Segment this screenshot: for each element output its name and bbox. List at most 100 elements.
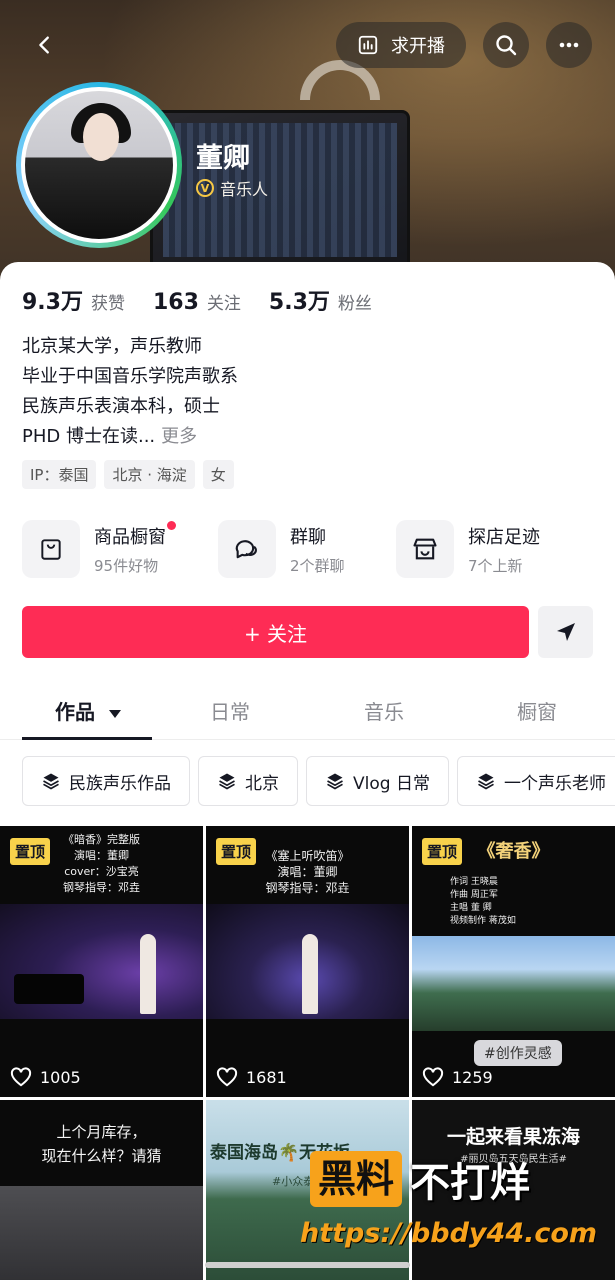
profile-card: 9.3万 获赞 163 关注 5.3万 粉丝 北京某大学，声乐教师 毕业于中国音… xyxy=(0,262,615,1280)
bio-line: 民族声乐表演本科，硕士 xyxy=(22,396,220,417)
search-icon xyxy=(496,35,517,56)
ip-location-tag: IP：泰国 xyxy=(22,460,97,489)
svc-icon-box xyxy=(396,520,454,578)
verified-role: V 音乐人 xyxy=(196,176,268,200)
shop-window-entry[interactable]: 商品橱窗 95件好物 xyxy=(22,518,176,580)
send-arrow-icon xyxy=(556,623,575,641)
collection-chips: 民族声乐作品 北京 Vlog 日常 一个声乐老师 xyxy=(22,756,615,808)
video-title: 一起来看果冻海 xyxy=(446,1126,580,1148)
watermark-url: https://bbdy44.com xyxy=(300,1218,598,1249)
svc-subtitle: 2个群聊 xyxy=(290,556,345,575)
video-thumbnail xyxy=(206,904,409,1019)
stat-likes[interactable]: 9.3万 获赞 xyxy=(22,284,125,316)
like-count: 1005 xyxy=(10,1067,81,1087)
video-tile[interactable]: 上个月库存， 现在什么样？请猜 xyxy=(0,1100,203,1280)
verified-role-label: 音乐人 xyxy=(220,180,269,199)
shopping-bag-icon xyxy=(41,539,61,560)
watermark: 黑料 不打烊 xyxy=(310,1150,530,1208)
stat-value: 5.3万 xyxy=(268,290,330,315)
pinned-badge: 置顶 xyxy=(216,838,257,865)
bio-line-last: PHD 博士在读... 更多 xyxy=(22,422,238,452)
back-button[interactable] xyxy=(22,22,68,68)
watermark-text: 不打烊 xyxy=(410,1160,531,1206)
video-thumbnail xyxy=(412,936,615,1031)
dropdown-triangle-icon xyxy=(108,710,121,718)
chat-bubbles-icon xyxy=(235,540,257,559)
heart-outline-icon xyxy=(10,1067,32,1087)
video-caption: #小众泰 xyxy=(272,1175,315,1188)
avatar-image xyxy=(21,87,177,243)
store-icon xyxy=(413,538,437,560)
heart-outline-icon xyxy=(422,1067,444,1087)
home-indicator[interactable] xyxy=(205,1262,410,1268)
request-broadcast-button[interactable]: 求开播 xyxy=(336,22,466,68)
top-bar: 求开播 xyxy=(0,20,615,70)
video-title: 《奢香》 xyxy=(477,841,550,862)
video-tile[interactable]: 置顶 《奢香》 作词 王晓晨 作曲 周正军 主唱 董 卿视频制作 蒋茂如 #创作灵感… xyxy=(412,826,615,1097)
follow-label: + 关注 xyxy=(243,621,308,646)
collection-chip[interactable]: 一个声乐老师 xyxy=(456,756,615,806)
content-tabs: 作品 日常 音乐 橱窗 xyxy=(0,682,615,740)
more-dots-icon xyxy=(559,42,579,48)
city-tag: 北京 · 海淀 xyxy=(104,460,195,489)
svc-subtitle: 95件好物 xyxy=(94,556,159,575)
stat-label: 粉丝 xyxy=(337,294,372,314)
request-broadcast-label: 求开播 xyxy=(391,36,445,57)
collection-chip[interactable]: Vlog 日常 xyxy=(306,756,449,806)
stat-label: 关注 xyxy=(206,294,241,314)
search-button[interactable] xyxy=(483,22,529,68)
heart-outline-icon xyxy=(216,1067,238,1087)
video-thumbnail xyxy=(0,904,203,1019)
chevron-left-icon xyxy=(39,36,49,54)
profile-stats: 9.3万 获赞 163 关注 5.3万 粉丝 xyxy=(22,284,372,316)
profile-tags: IP：泰国 北京 · 海淀 女 xyxy=(22,460,234,489)
video-thumbnail xyxy=(0,1186,203,1280)
stat-following[interactable]: 163 关注 xyxy=(153,289,241,315)
svc-title: 商品橱窗 xyxy=(94,520,176,549)
bio-line: PHD 博士在读... xyxy=(22,426,156,447)
video-tile[interactable]: 《暗香》完整版 演唱：董卿 cover：沙宝亮 钢琴指导：邓垚 置顶 1005 xyxy=(0,826,203,1097)
share-button[interactable] xyxy=(538,606,593,658)
verified-badge-icon: V xyxy=(196,179,214,197)
active-tab-indicator xyxy=(22,737,152,740)
like-count: 1681 xyxy=(216,1067,287,1087)
bio-more-link[interactable]: 更多 xyxy=(161,426,197,447)
topic-pill[interactable]: #创作灵感 xyxy=(474,1040,562,1066)
video-caption: 作词 王晓晨 作曲 周正军 主唱 董 卿视频制作 蒋茂如 xyxy=(450,877,516,926)
stack-layers-icon xyxy=(43,773,59,790)
stat-value: 163 xyxy=(152,290,199,315)
stack-layers-icon xyxy=(219,773,235,790)
stack-layers-icon xyxy=(327,773,343,790)
bio-line: 北京某大学，声乐教师 xyxy=(22,336,202,357)
stack-layers-icon xyxy=(478,773,494,790)
collection-chip[interactable]: 民族声乐作品 xyxy=(22,756,190,806)
more-options-button[interactable] xyxy=(546,22,592,68)
collection-chip[interactable]: 北京 xyxy=(198,756,298,806)
cover-laptop-decoration xyxy=(150,110,410,270)
svc-icon-box xyxy=(218,520,276,578)
avatar[interactable] xyxy=(16,82,182,248)
follow-button[interactable]: + 关注 xyxy=(22,606,529,658)
bio-line: 毕业于中国音乐学院声歌系 xyxy=(22,366,238,387)
tab-showcase[interactable]: 橱窗 xyxy=(517,696,557,725)
service-entries: 商品橱窗 95件好物 群聊 2个群聊 探店足迹 7个上新 xyxy=(22,518,602,580)
store-visit-entry[interactable]: 探店足迹 7个上新 xyxy=(396,518,540,580)
video-title: 上个月库存， 现在什么样？请猜 xyxy=(41,1123,162,1165)
pinned-badge: 置顶 xyxy=(10,838,51,865)
chart-bars-icon xyxy=(358,35,378,55)
stat-followers[interactable]: 5.3万 粉丝 xyxy=(269,284,372,316)
tab-daily[interactable]: 日常 xyxy=(210,696,250,725)
svc-title: 群聊 xyxy=(290,526,326,548)
video-tile[interactable]: 《塞上听吹笛》 演唱：董卿 钢琴指导：邓垚 置顶 1681 xyxy=(206,826,409,1097)
tab-works[interactable]: 作品 xyxy=(55,696,122,725)
watermark-box-text: 黑料 xyxy=(310,1151,403,1207)
svc-title: 探店足迹 xyxy=(468,526,540,548)
tab-music[interactable]: 音乐 xyxy=(364,696,404,725)
group-chat-entry[interactable]: 群聊 2个群聊 xyxy=(218,518,345,580)
like-count: 1259 xyxy=(422,1067,493,1087)
svc-subtitle: 7个上新 xyxy=(468,556,523,575)
bio: 北京某大学，声乐教师 毕业于中国音乐学院声歌系 民族声乐表演本科，硕士 PHD … xyxy=(22,332,238,452)
profile-name: 董卿 xyxy=(196,143,250,174)
gender-tag: 女 xyxy=(202,460,234,489)
stat-label: 获赞 xyxy=(90,294,125,314)
